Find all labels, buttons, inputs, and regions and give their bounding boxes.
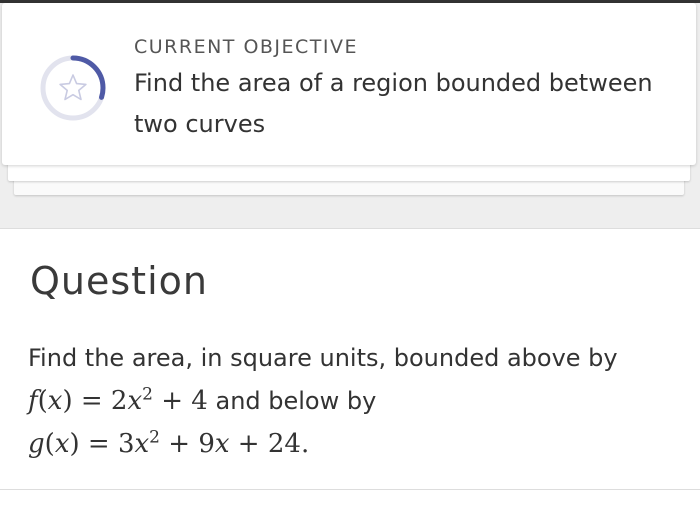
objective-text: Find the area of a region bounded betwee… [134, 69, 653, 138]
question-card: Question Find the area, in square units,… [0, 228, 700, 490]
question-line-g: g(x) = 3x2 + 9x + 24. [28, 423, 678, 466]
question-intro: Find the area, in square units, bounded … [28, 344, 618, 372]
objective-heading: CURRENT OBJECTIVE [134, 36, 359, 58]
question-connector: and below by [215, 387, 377, 415]
function-f: f(x) = 2x2 + 4 [28, 384, 208, 416]
question-line-f: f(x) = 2x2 + 4 and below by [28, 380, 678, 423]
next-card [0, 490, 700, 530]
question-body: Find the area, in square units, bounded … [28, 337, 678, 466]
function-g: g(x) = 3x2 + 9x + 24. [28, 427, 310, 459]
star-icon [59, 74, 87, 101]
current-objective-card[interactable]: CURRENT OBJECTIVE Find the area of a reg… [2, 3, 696, 165]
objective-progress-ring [40, 55, 106, 121]
question-heading: Question [30, 259, 208, 303]
